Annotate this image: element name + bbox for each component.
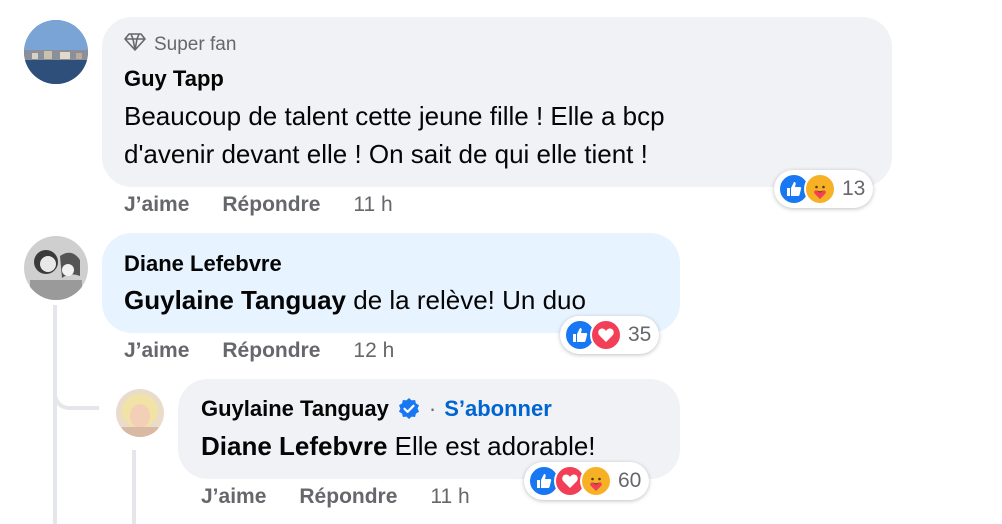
reply-header: Guylaine Tanguay · S’abonner bbox=[201, 396, 552, 422]
like-button[interactable]: J’aime bbox=[201, 485, 266, 509]
reaction-summary[interactable]: 13 bbox=[774, 170, 874, 208]
thread-line bbox=[53, 305, 57, 524]
comment-actions: J’aime Répondre 12 h bbox=[124, 339, 394, 363]
reaction-summary[interactable]: 60 bbox=[524, 462, 650, 500]
comment-actions: J’aime Répondre 11 h bbox=[124, 193, 393, 217]
badge-label: Super fan bbox=[154, 34, 237, 55]
diamond-icon bbox=[124, 33, 146, 57]
reply-button[interactable]: Répondre bbox=[222, 339, 320, 363]
separator-dot: · bbox=[428, 396, 437, 421]
like-button[interactable]: J’aime bbox=[124, 193, 189, 217]
avatar-guy-tapp[interactable] bbox=[24, 20, 88, 84]
comment-timestamp[interactable]: 11 h bbox=[430, 485, 469, 509]
comment-actions: J’aime Répondre 11 h bbox=[201, 485, 470, 509]
comment-author[interactable]: Diane Lefebvre bbox=[124, 251, 282, 277]
reply-button[interactable]: Répondre bbox=[299, 485, 397, 509]
comment-author[interactable]: Guy Tapp bbox=[124, 66, 224, 92]
reaction-summary[interactable]: 35 bbox=[560, 316, 660, 354]
avatar-guylaine-tanguay[interactable] bbox=[116, 389, 164, 437]
verified-badge-icon bbox=[397, 397, 421, 421]
comment-timestamp[interactable]: 12 h bbox=[353, 339, 394, 363]
comment-text: Guylaine Tanguay de la relève! Un duo bbox=[124, 281, 586, 319]
comment-text-body: de la relève! Un duo bbox=[346, 285, 586, 315]
comment-timestamp[interactable]: 11 h bbox=[353, 193, 392, 217]
comment-text: Diane Lefebvre Elle est adorable! bbox=[201, 427, 596, 465]
reaction-count: 13 bbox=[842, 177, 866, 200]
mention-link[interactable]: Guylaine Tanguay bbox=[124, 285, 346, 315]
reaction-count: 60 bbox=[618, 469, 642, 492]
reply-button[interactable]: Répondre bbox=[222, 193, 320, 217]
love-reaction-icon bbox=[590, 319, 622, 351]
care-reaction-icon bbox=[580, 465, 612, 497]
avatar-diane-lefebvre[interactable] bbox=[24, 236, 88, 300]
reaction-count: 35 bbox=[628, 323, 652, 346]
comment-text-line1: Beaucoup de talent cette jeune fille ! E… bbox=[124, 101, 665, 131]
comment-author[interactable]: Guylaine Tanguay bbox=[201, 396, 389, 422]
care-reaction-icon bbox=[804, 173, 836, 205]
comment-text-body: Elle est adorable! bbox=[387, 431, 596, 461]
comment-text-line2: d'avenir devant elle ! On sait de qui el… bbox=[124, 139, 648, 169]
mention-link[interactable]: Diane Lefebvre bbox=[201, 431, 387, 461]
super-fan-badge: Super fan bbox=[124, 33, 236, 57]
thread-curve bbox=[53, 360, 99, 410]
like-button[interactable]: J’aime bbox=[124, 339, 189, 363]
thread-line-reply bbox=[132, 450, 136, 524]
follow-button[interactable]: S’abonner bbox=[444, 396, 552, 422]
